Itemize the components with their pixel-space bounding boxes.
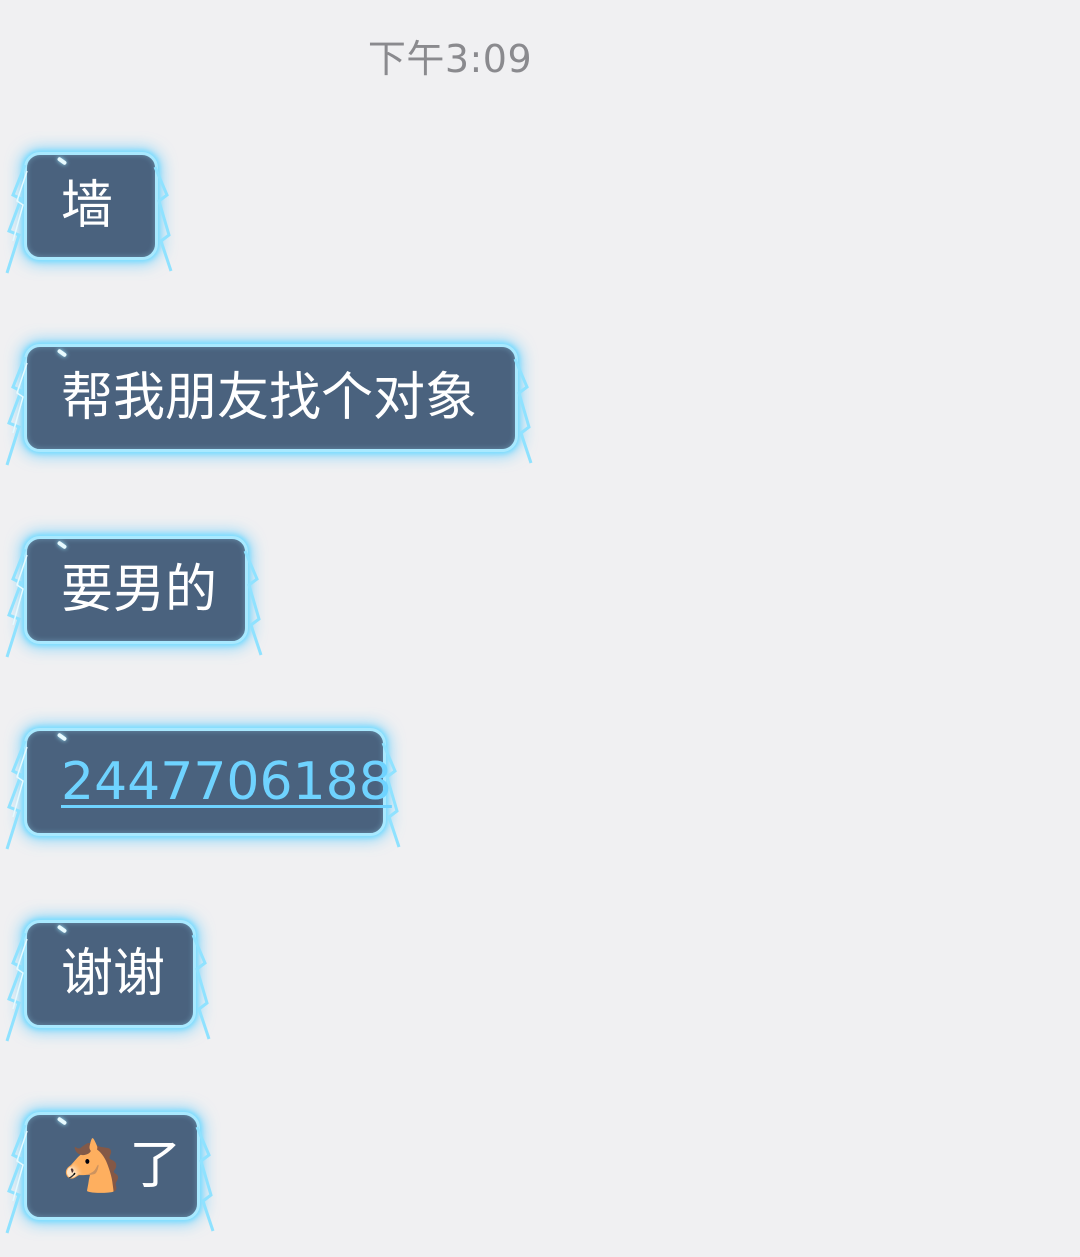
lightning-frame-icon — [513, 358, 533, 464]
message-bubble[interactable]: 墙 — [5, 152, 173, 274]
lightning-frame-icon — [243, 550, 263, 656]
chat-window: 下午3:09 墙 帮我朋友找个对象 要男的 2447706188 谢谢 🐴 了 — [0, 0, 1080, 1257]
spark-icon — [56, 732, 68, 742]
spark-icon — [56, 1116, 68, 1126]
message-text: 要男的 — [61, 560, 218, 620]
phone-number-link[interactable]: 2447706188 — [61, 756, 392, 808]
message-bubble[interactable]: 谢谢 — [5, 920, 211, 1042]
lightning-frame-icon — [5, 548, 28, 658]
lightning-frame-icon — [5, 740, 28, 850]
horse-emoji-icon: 🐴 — [61, 1137, 124, 1195]
message-text: 墙 — [61, 176, 114, 236]
message-text: 谢谢 — [61, 944, 166, 1004]
spark-icon — [56, 348, 68, 358]
message-text: 了 — [129, 1136, 182, 1196]
message-text: 帮我朋友找个对象 — [61, 368, 478, 428]
lightning-frame-icon — [191, 934, 211, 1040]
message-bubble[interactable]: 🐴 了 — [5, 1112, 215, 1234]
lightning-frame-icon — [195, 1126, 215, 1232]
message-bubble[interactable]: 帮我朋友找个对象 — [5, 344, 533, 466]
lightning-frame-icon — [153, 166, 173, 272]
lightning-frame-icon — [5, 1124, 28, 1234]
spark-icon — [56, 924, 68, 934]
message-bubble[interactable]: 2447706188 — [5, 728, 401, 850]
spark-icon — [56, 156, 68, 166]
lightning-frame-icon — [5, 356, 28, 466]
lightning-frame-icon — [5, 932, 28, 1042]
message-timestamp: 下午3:09 — [367, 37, 533, 81]
lightning-frame-icon — [5, 164, 28, 274]
spark-icon — [56, 540, 68, 550]
message-bubble[interactable]: 要男的 — [5, 536, 263, 658]
